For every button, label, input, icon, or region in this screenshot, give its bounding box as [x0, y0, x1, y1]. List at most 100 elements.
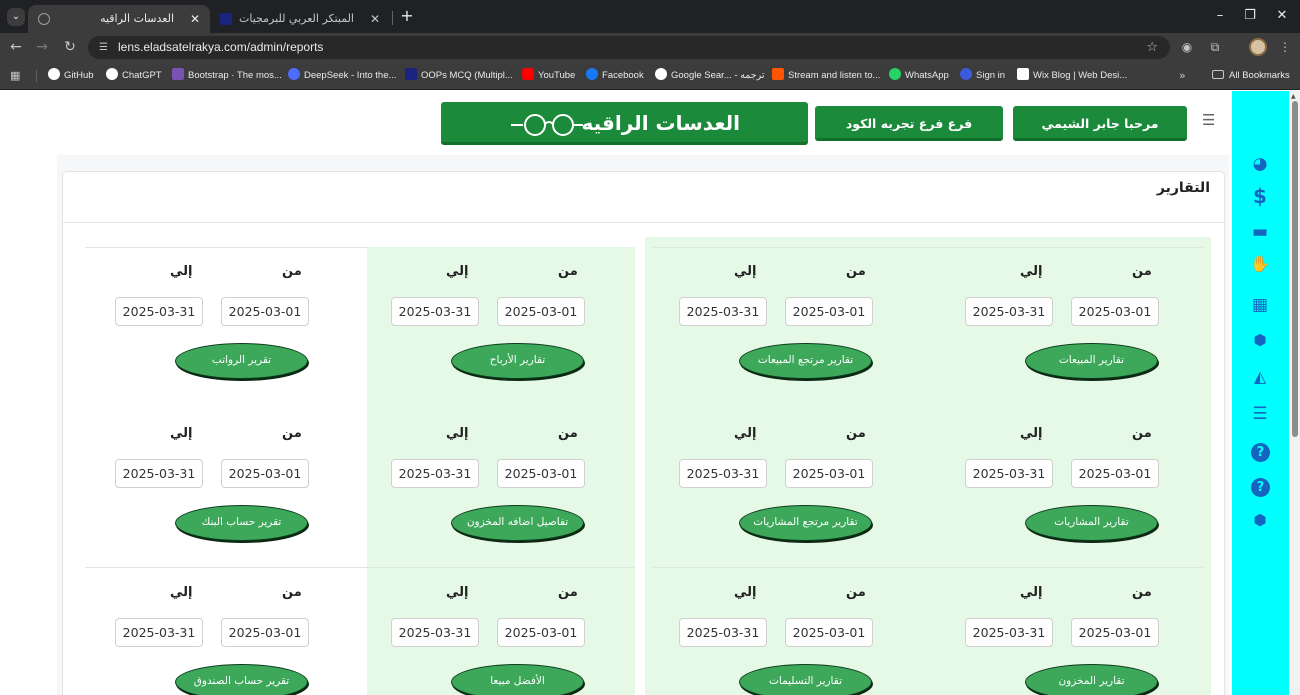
sliders-icon[interactable]: ☰ — [1249, 403, 1271, 425]
question-circle-icon[interactable]: ? — [1251, 478, 1270, 497]
bookmark-whatsapp[interactable]: WhatsApp — [889, 62, 949, 90]
from-date-input[interactable]: 2025-03-01 — [497, 459, 585, 488]
from-date-input[interactable]: 2025-03-01 — [497, 618, 585, 647]
from-date-input[interactable]: 2025-03-01 — [785, 459, 873, 488]
to-date-input[interactable]: 2025-03-31 — [965, 618, 1053, 647]
from-date-input[interactable]: 2025-03-01 — [1071, 297, 1159, 326]
bookmark-github[interactable]: GitHub — [48, 62, 94, 90]
dashboard-icon[interactable]: ◕ — [1249, 153, 1271, 175]
bookmark-oops-mcq[interactable]: OOPs MCQ (Multipl... — [405, 62, 513, 90]
from-date-input[interactable]: 2025-03-01 — [785, 618, 873, 647]
apps-grid-icon[interactable]: ▦ — [10, 69, 24, 83]
row-divider — [85, 247, 367, 248]
tab-inactive[interactable]: المبتكر العربي للبرمجيات ✕ — [212, 5, 390, 33]
welcome-user-button[interactable]: مرحبا جابر الشيمي — [1013, 106, 1187, 141]
report-button[interactable]: تقارير الأرباح — [451, 343, 584, 379]
bookmark-facebook[interactable]: Facebook — [586, 62, 644, 90]
report-button[interactable]: تقرير حساب البنك — [175, 505, 308, 541]
branch-button[interactable]: فرع فرع تجربه الكود — [815, 106, 1003, 141]
from-date-input[interactable]: 2025-03-01 — [221, 618, 309, 647]
tab-title: العدسات الراقيه — [100, 12, 174, 25]
whatsapp-icon — [889, 68, 901, 80]
from-label: من — [558, 426, 578, 441]
minimize-icon[interactable]: – — [1208, 6, 1232, 26]
to-date-input[interactable]: 2025-03-31 — [391, 618, 479, 647]
dollar-icon[interactable]: $ — [1249, 185, 1271, 207]
cubes-icon[interactable]: ⬢ — [1249, 509, 1271, 531]
report-button[interactable]: تقارير مرتجع المبيعات — [739, 343, 872, 379]
bookmark-wix[interactable]: Wix Blog | Web Desi... — [1017, 62, 1127, 90]
bookmark-google-translate[interactable]: Google Sear... - ترجمه — [655, 62, 765, 90]
bookmark-star-icon[interactable]: ☆ — [1146, 36, 1158, 59]
to-date-input[interactable]: 2025-03-31 — [679, 459, 767, 488]
new-tab-plus-icon[interactable]: + — [398, 6, 416, 26]
from-date-input[interactable]: 2025-03-01 — [497, 297, 585, 326]
scroll-up-arrow-icon[interactable]: ▲ — [1291, 93, 1296, 100]
page-scrollbar[interactable]: ▲ — [1289, 91, 1300, 695]
report-button[interactable]: تقارير المخزون — [1025, 664, 1158, 695]
from-date-input[interactable]: 2025-03-01 — [785, 297, 873, 326]
bookmark-soundcloud[interactable]: Stream and listen to... — [772, 62, 880, 90]
all-bookmarks-button[interactable]: All Bookmarks — [1212, 62, 1290, 90]
to-date-input[interactable]: 2025-03-31 — [115, 297, 203, 326]
handshake-icon[interactable]: ✋ — [1249, 253, 1271, 275]
report-button[interactable]: تقرير الرواتب — [175, 343, 308, 379]
to-date-input[interactable]: 2025-03-31 — [679, 297, 767, 326]
from-date-input[interactable]: 2025-03-01 — [221, 459, 309, 488]
scrollbar-thumb[interactable] — [1292, 101, 1298, 437]
bookmark-deepseek[interactable]: DeepSeek - Into the... — [288, 62, 396, 90]
camera-icon[interactable]: ◉ — [1178, 38, 1196, 56]
bookmarks-overflow-icon[interactable]: » — [1179, 62, 1186, 90]
brand-logo[interactable]: العدسات الراقيه — [441, 102, 808, 145]
chatgpt-icon — [106, 68, 118, 80]
tab-close-icon[interactable]: ✕ — [370, 5, 380, 33]
to-label: إلي — [1020, 264, 1043, 279]
report-button[interactable]: تقارير المشاريات — [1025, 505, 1158, 541]
from-date-input[interactable]: 2025-03-01 — [1071, 459, 1159, 488]
facebook-icon — [586, 68, 598, 80]
report-button[interactable]: تقارير مرتجع المشاريات — [739, 505, 872, 541]
profile-avatar[interactable] — [1249, 38, 1267, 56]
tab-active[interactable]: العدسات الراقيه ✕ — [28, 5, 210, 33]
to-date-input[interactable]: 2025-03-31 — [965, 297, 1053, 326]
report-button[interactable]: تقرير حساب الصندوق — [175, 664, 308, 695]
close-window-icon[interactable]: ✕ — [1270, 6, 1294, 26]
report-button[interactable]: الأفضل مبيعا — [451, 664, 584, 695]
site-settings-icon[interactable]: ☰ — [96, 40, 111, 55]
tab-close-icon[interactable]: ✕ — [190, 5, 200, 33]
area-chart-icon[interactable]: ◭ — [1249, 366, 1271, 388]
question-circle-icon[interactable]: ? — [1251, 443, 1270, 462]
restore-icon[interactable]: ❐ — [1238, 6, 1262, 26]
cubes-icon[interactable]: ⬢ — [1249, 329, 1271, 351]
from-date-input[interactable]: 2025-03-01 — [1071, 618, 1159, 647]
to-date-input[interactable]: 2025-03-31 — [679, 618, 767, 647]
credit-card-icon[interactable]: ▬ — [1249, 221, 1271, 243]
address-bar[interactable]: ☰ lens.eladsatelrakya.com/admin/reports … — [88, 36, 1170, 59]
tab-search-chevron-icon[interactable]: ⌄ — [7, 8, 25, 26]
to-date-input[interactable]: 2025-03-31 — [115, 618, 203, 647]
to-date-input[interactable]: 2025-03-31 — [115, 459, 203, 488]
to-date-input[interactable]: 2025-03-31 — [391, 297, 479, 326]
from-date-input[interactable]: 2025-03-01 — [221, 297, 309, 326]
bookmark-youtube[interactable]: YouTube — [522, 62, 575, 90]
hamburger-menu-icon[interactable]: ☰ — [1202, 111, 1215, 129]
to-date-input[interactable]: 2025-03-31 — [965, 459, 1053, 488]
back-arrow-icon[interactable]: ← — [6, 37, 26, 57]
report-button[interactable]: تقارير التسليمات — [739, 664, 872, 695]
bookmarks-separator — [36, 70, 37, 82]
browser-tabstrip: ⌄ العدسات الراقيه ✕ المبتكر العربي للبرم… — [0, 0, 1300, 33]
bookmark-sign-in[interactable]: Sign in — [960, 62, 1005, 90]
to-label: إلي — [446, 585, 469, 600]
to-label: إلي — [446, 264, 469, 279]
more-vert-icon[interactable]: ⋮ — [1276, 38, 1294, 56]
report-button[interactable]: تفاصيل اضافه المخزون — [451, 505, 584, 541]
report-button[interactable]: تقارير المبيعات — [1025, 343, 1158, 379]
bookmark-label: Bootstrap · The mos... — [188, 70, 282, 81]
calculator-icon[interactable]: ▦ — [1249, 294, 1271, 316]
bookmark-bootstrap[interactable]: Bootstrap · The mos... — [172, 62, 282, 90]
extensions-puzzle-icon[interactable]: ⧉ — [1206, 38, 1224, 56]
bookmark-chatgpt[interactable]: ChatGPT — [106, 62, 162, 90]
to-date-input[interactable]: 2025-03-31 — [391, 459, 479, 488]
forward-arrow-icon[interactable]: → — [32, 37, 52, 57]
reload-icon[interactable]: ↻ — [60, 37, 80, 57]
